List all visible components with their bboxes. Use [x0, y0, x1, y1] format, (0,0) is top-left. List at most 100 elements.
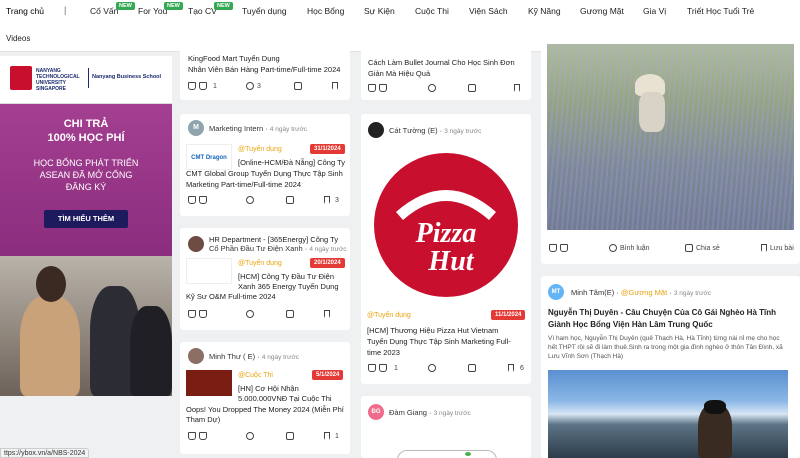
author-name[interactable]: Marketing Intern	[209, 124, 263, 133]
post-card-dam-giang[interactable]: ĐG Đàm Giang · 3 ngày trước	[361, 396, 531, 458]
post-title[interactable]: Tuyển Dụng Thực Tập Sinh Marketing Full-	[367, 337, 511, 347]
nav-videos[interactable]: Videos	[6, 34, 30, 43]
post-card-lavender[interactable]: Bình luận Chia sẻ Lưu bài	[541, 44, 800, 264]
share-button[interactable]	[468, 364, 476, 372]
comment-button[interactable]	[246, 432, 254, 440]
comment-button[interactable]	[246, 196, 254, 204]
post-title[interactable]: Nhân Viên Bán Hàng Part-time/Full-time 2…	[188, 65, 340, 75]
post-title[interactable]: Giành Học Bổng Viện Hàn Lâm Trung Quốc	[548, 320, 713, 330]
post-card-kingfood[interactable]: KingFood Mart Tuyển Dụng Nhân Viên Bán H…	[180, 44, 350, 100]
category-tag[interactable]: @Gương Mặt	[621, 288, 667, 297]
post-card-365energy[interactable]: HR Department - [365Energy] Công Ty Cổ P…	[180, 228, 350, 330]
bookmark-icon	[324, 432, 330, 440]
post-title[interactable]: Tham Dự)	[186, 415, 220, 425]
post-title[interactable]: Giản Mà Hiệu Quả	[368, 69, 430, 79]
save-button[interactable]	[324, 310, 330, 318]
post-card-pizza-hut[interactable]: Cát Tường (E) · 3 ngày trước Pizza Hut @…	[361, 114, 531, 384]
save-button[interactable]: 3	[324, 196, 339, 204]
post-title[interactable]: Cách Làm Bullet Journal Cho Học Sinh Đơn	[368, 58, 515, 68]
nav-tao-cv[interactable]: Tạo CV NEW	[188, 2, 233, 16]
post-author[interactable]: Cổ Phần Đầu Tư Điện Xanh · 4 ngày trước	[209, 244, 347, 253]
nav-vien-sach[interactable]: Viện Sách	[469, 6, 508, 16]
nav-guong-mat[interactable]: Gương Mặt	[580, 6, 624, 16]
post-card-bullet-journal[interactable]: Cách Làm Bullet Journal Cho Học Sinh Đơn…	[361, 44, 531, 100]
author-name[interactable]: Cát Tường (E)	[389, 126, 438, 135]
nav-ky-nang[interactable]: Kỹ Năng	[528, 6, 561, 16]
post-author[interactable]: Minh Tâm(E) · @Gương Mặt · 3 ngày trước	[571, 288, 711, 297]
company-logo	[186, 258, 232, 284]
post-author[interactable]: Minh Thư ( E) · 4 ngày trước	[209, 352, 299, 361]
share-button[interactable]	[294, 82, 302, 90]
category-tag[interactable]: @Cuộc Thi	[238, 372, 273, 379]
post-title[interactable]: KingFood Mart Tuyển Dụng	[188, 54, 280, 64]
post-title[interactable]: Marketing Part-time/Full-time 2024	[186, 180, 301, 190]
share-button[interactable]	[286, 310, 294, 318]
comment-button[interactable]	[428, 364, 436, 372]
author-name[interactable]: Đàm Giang	[389, 408, 427, 417]
author-name[interactable]: Minh Thư ( E)	[209, 352, 255, 361]
post-title[interactable]: [HN] Cơ Hội Nhận	[238, 384, 299, 394]
like-button[interactable]	[188, 432, 207, 440]
post-card-cmt[interactable]: M Marketing Intern · 4 ngày trước CMT Dr…	[180, 114, 350, 216]
save-button[interactable]	[514, 84, 520, 92]
like-button[interactable]	[368, 84, 387, 92]
post-title[interactable]: Xanh 365 Energy Tuyển Dụng	[238, 282, 339, 292]
save-button[interactable]: 1	[324, 432, 339, 440]
nav-gia-vi[interactable]: Gia Vị	[643, 6, 666, 16]
post-title[interactable]: CMT Global Group Tuyển Dụng Thực Tập Sin…	[186, 169, 343, 179]
category-tag[interactable]: @Tuyển dụng	[238, 146, 282, 153]
ad-cta-button[interactable]: TÌM HIỂU THÊM	[44, 210, 128, 228]
post-card-oops[interactable]: Minh Thư ( E) · 4 ngày trước @Cuộc Thi 5…	[180, 342, 350, 454]
post-card-nguyen-thi-duyen[interactable]: MT Minh Tâm(E) · @Gương Mặt · 3 ngày trư…	[541, 276, 800, 458]
share-button[interactable]	[286, 196, 294, 204]
like-button[interactable]	[549, 244, 568, 252]
like-button[interactable]: 1	[188, 82, 217, 90]
category-tag[interactable]: @Tuyển dụng	[367, 312, 411, 319]
like-button[interactable]	[188, 196, 207, 204]
like-button[interactable]: 1	[368, 364, 398, 372]
share-button[interactable]	[286, 432, 294, 440]
ad-body-3: ĐĂNG KÝ	[65, 182, 107, 192]
save-button[interactable]: Lưu bài	[761, 244, 794, 252]
comment-button[interactable]: 3	[246, 82, 261, 90]
post-author[interactable]: Cát Tường (E) · 3 ngày trước	[389, 126, 481, 135]
share-button[interactable]	[468, 84, 476, 92]
avatar[interactable]: ĐG	[368, 404, 384, 420]
post-author[interactable]: Đàm Giang · 3 ngày trước	[389, 408, 471, 417]
post-title[interactable]: [HCM] Công Ty Đầu Tư Điện	[238, 272, 334, 282]
post-title[interactable]: time 2023	[367, 348, 400, 358]
post-title[interactable]: Nguyễn Thị Duyên - Câu Chuyện Của Cô Gái…	[548, 308, 776, 318]
comment-button[interactable]: Bình luận	[609, 244, 650, 252]
avatar[interactable]: MT	[548, 284, 564, 300]
comment-button[interactable]	[246, 310, 254, 318]
avatar[interactable]: M	[188, 120, 204, 136]
post-author[interactable]: Marketing Intern · 4 ngày trước	[209, 124, 307, 133]
like-button[interactable]	[188, 310, 207, 318]
nav-tuyen-dung[interactable]: Tuyển dụng	[242, 6, 287, 16]
author-name-line2[interactable]: Cổ Phần Đầu Tư Điện Xanh	[209, 244, 303, 253]
category-tag[interactable]: @Tuyển dụng	[238, 260, 282, 267]
ntu-advertisement[interactable]: NANYANG TECHNOLOGICAL UNIVERSITY SINGAPO…	[0, 56, 172, 396]
post-title[interactable]: [Online-HCM/Đà Nẵng] Công Ty	[238, 158, 345, 168]
nav-for-you[interactable]: For You NEW	[138, 2, 183, 16]
avatar[interactable]	[368, 122, 384, 138]
post-title[interactable]: Kỹ Sư O&M Full-time 2024	[186, 292, 276, 302]
bookmark-icon	[761, 244, 767, 252]
comment-button[interactable]	[428, 84, 436, 92]
share-button[interactable]: Chia sẻ	[685, 244, 720, 252]
nav-su-kien[interactable]: Sự Kiện	[364, 6, 395, 16]
post-title[interactable]: [HCM] Thương Hiệu Pizza Hut Vietnam	[367, 326, 498, 336]
post-title[interactable]: Oops! You Dropped The Money 2024 (Miễn P…	[186, 405, 344, 415]
nav-hoc-bong[interactable]: Học Bổng	[307, 6, 344, 16]
post-title[interactable]: 5.000.000VNĐ Tại Cuộc Thi	[238, 394, 332, 404]
save-button[interactable]	[332, 82, 338, 90]
author-name[interactable]: Minh Tâm(E)	[571, 288, 614, 297]
nav-co-van[interactable]: Cố Vấn NEW	[90, 2, 135, 16]
nav-cuoc-thi[interactable]: Cuộc Thi	[415, 6, 449, 16]
nav-triet-hoc[interactable]: Triết Học Tuổi Trẻ	[687, 6, 754, 16]
avatar[interactable]	[188, 348, 204, 364]
save-count: 1	[335, 432, 339, 440]
avatar[interactable]	[188, 236, 204, 252]
nav-home[interactable]: Trang chủ	[6, 6, 44, 16]
save-button[interactable]: 6	[508, 364, 524, 372]
